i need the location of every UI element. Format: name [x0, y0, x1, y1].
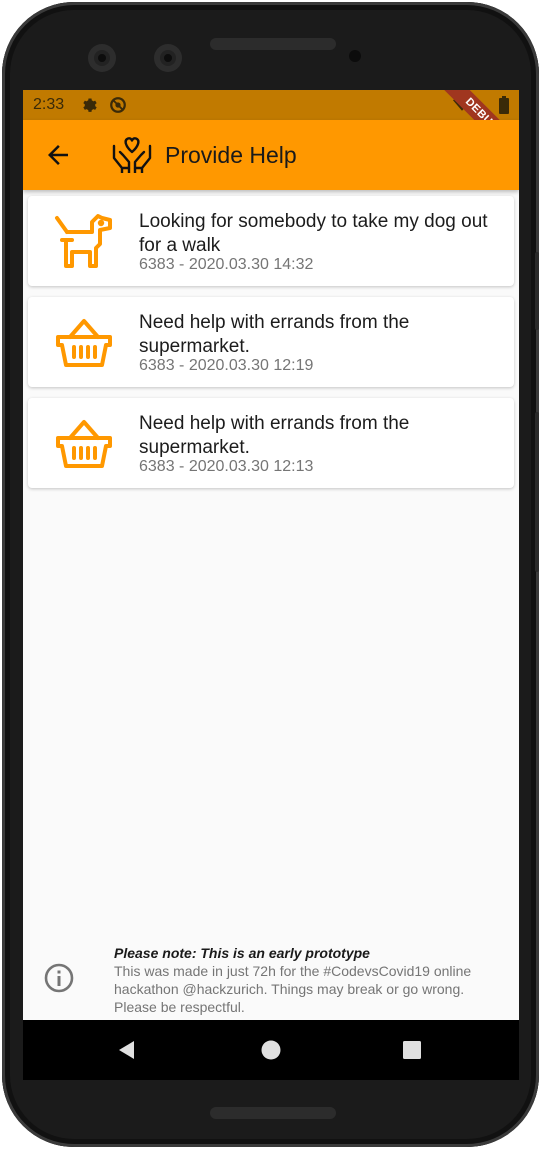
status-time: 2:33: [33, 96, 65, 113]
back-button[interactable]: [43, 140, 73, 170]
list-item[interactable]: Need help with errands from the supermar…: [28, 297, 514, 387]
volume-button: [535, 412, 539, 572]
status-bar: 2:33 DEBUG: [23, 90, 519, 175]
front-sensor-camera: [154, 44, 182, 72]
request-title: Need help with errands from the supermar…: [139, 413, 410, 458]
request-title: Looking for somebody to take my dog out …: [139, 211, 488, 256]
arrow-left-icon: [48, 145, 68, 165]
request-meta: 6383 - 2020.03.30 12:19: [139, 357, 314, 374]
app-bar: Provide Help: [23, 120, 519, 190]
dog-icon: [54, 212, 114, 272]
request-meta: 6383 - 2020.03.30 14:32: [139, 256, 314, 273]
notice-title: Please note: This is an early prototype: [114, 945, 370, 961]
screen: 2:33 DEBUG Provide Help Looking for some…: [23, 90, 519, 1080]
nav-home-button[interactable]: [259, 1038, 283, 1062]
power-button: [535, 252, 539, 330]
bottom-speaker: [210, 1107, 336, 1119]
nav-recents-button[interactable]: [400, 1038, 424, 1062]
no-disturb-icon: [109, 96, 127, 119]
helping-hands-heart-icon: [111, 136, 153, 174]
list-item[interactable]: Looking for somebody to take my dog out …: [28, 196, 514, 286]
prototype-notice: Please note: This is an early prototype …: [23, 940, 519, 1020]
triangle-back-icon: [119, 1041, 134, 1059]
settings-icon: [81, 96, 99, 119]
nav-back-button[interactable]: [115, 1038, 139, 1062]
proximity-sensor: [349, 50, 361, 62]
basket-icon: [54, 313, 114, 373]
earpiece: [210, 38, 336, 50]
page-title: Provide Help: [165, 142, 297, 168]
request-title: Need help with errands from the supermar…: [139, 312, 410, 357]
notice-body: This was made in just 72h for the #Codev…: [114, 963, 472, 1015]
phone-frame: 2:33 DEBUG Provide Help Looking for some…: [2, 2, 539, 1147]
square-recents-icon: [403, 1041, 421, 1059]
navigation-bar: [23, 1020, 519, 1080]
info-icon: [43, 962, 75, 994]
battery-icon: [499, 96, 509, 119]
list-item[interactable]: Need help with errands from the supermar…: [28, 398, 514, 488]
basket-icon: [54, 414, 114, 474]
front-camera: [88, 44, 116, 72]
circle-home-icon: [261, 1040, 281, 1060]
request-meta: 6383 - 2020.03.30 12:13: [139, 458, 314, 475]
